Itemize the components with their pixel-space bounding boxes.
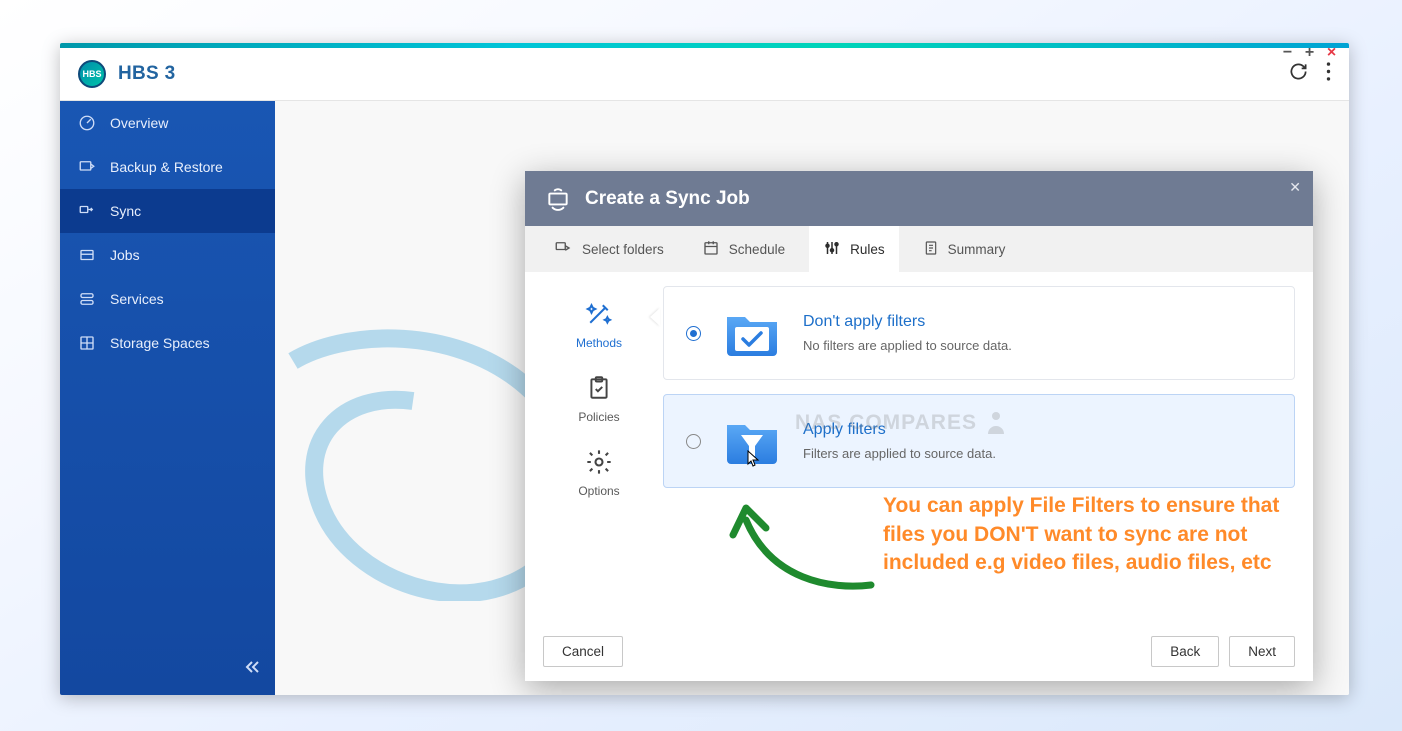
option-apply-filters[interactable]: Apply filters Filters are applied to sou… [663, 394, 1295, 488]
filter-options: Don't apply filters No filters are appli… [659, 286, 1299, 621]
back-button[interactable]: Back [1151, 636, 1219, 667]
sidebar-item-label: Overview [110, 115, 168, 131]
refresh-icon[interactable] [1289, 62, 1308, 87]
sidebar-item-label: Storage Spaces [110, 335, 210, 351]
step-schedule[interactable]: Schedule [688, 226, 799, 272]
minimize-button[interactable]: − [1280, 45, 1295, 60]
modal-title: Create a Sync Job [585, 188, 750, 210]
kebab-menu-icon[interactable] [1326, 62, 1331, 87]
folder-check-icon [723, 307, 781, 359]
sidebar-collapse-button[interactable] [243, 660, 261, 679]
step-label: Select folders [582, 242, 664, 257]
option-dont-apply-filters[interactable]: Don't apply filters No filters are appli… [663, 286, 1295, 380]
option-title: Don't apply filters [803, 313, 1012, 331]
modal-close-icon[interactable]: ✕ [1289, 179, 1301, 196]
step-label: Rules [850, 242, 885, 257]
step-summary[interactable]: Summary [909, 226, 1020, 272]
backup-icon [78, 158, 96, 176]
app-header: HBS HBS 3 [60, 48, 1349, 101]
sidebar-item-sync[interactable]: Sync [60, 189, 275, 233]
sidebar-item-label: Sync [110, 203, 141, 219]
option-desc: No filters are applied to source data. [803, 338, 1012, 353]
close-button[interactable]: × [1324, 45, 1339, 60]
gauge-icon [78, 114, 96, 132]
sliders-icon [823, 239, 841, 260]
subtab-policies[interactable]: Policies [539, 372, 659, 424]
sidebar-item-backup-restore[interactable]: Backup & Restore [60, 145, 275, 189]
subtab-options[interactable]: Options [539, 446, 659, 498]
sidebar: Overview Backup & Restore Sync Jobs Serv… [60, 101, 275, 695]
modal-header: Create a Sync Job ✕ [525, 171, 1313, 226]
step-label: Schedule [729, 242, 785, 257]
cancel-button[interactable]: Cancel [543, 636, 623, 667]
summary-icon [923, 239, 939, 260]
create-sync-job-modal: Create a Sync Job ✕ Select folders Sched… [525, 171, 1313, 681]
next-button[interactable]: Next [1229, 636, 1295, 667]
subtab-label: Methods [576, 336, 622, 350]
app-name: HBS 3 [118, 63, 175, 85]
radio-dont-apply[interactable] [686, 326, 701, 341]
sidebar-item-label: Backup & Restore [110, 159, 223, 175]
step-label: Summary [948, 242, 1006, 257]
wand-icon [583, 298, 615, 330]
option-desc: Filters are applied to source data. [803, 446, 996, 461]
sidebar-item-services[interactable]: Services [60, 277, 275, 321]
maximize-button[interactable]: + [1302, 45, 1317, 60]
sidebar-item-jobs[interactable]: Jobs [60, 233, 275, 277]
sync-job-icon [545, 186, 571, 212]
sidebar-item-label: Services [110, 291, 164, 307]
step-rules[interactable]: Rules [809, 226, 899, 272]
calendar-icon [702, 239, 720, 260]
storage-icon [78, 334, 96, 352]
folder-filter-icon [723, 415, 781, 467]
app-window: − + × HBS HBS 3 Overview Backup & Restor… [60, 43, 1349, 695]
wizard-steps: Select folders Schedule Rules Summary [525, 226, 1313, 272]
gear-icon [583, 446, 615, 478]
radio-apply[interactable] [686, 434, 701, 449]
sidebar-item-overview[interactable]: Overview [60, 101, 275, 145]
app-logo-icon: HBS [78, 60, 106, 88]
clipboard-check-icon [583, 372, 615, 404]
jobs-icon [78, 246, 96, 264]
window-controls: − + × [1280, 45, 1339, 60]
step-select-folders[interactable]: Select folders [539, 226, 678, 272]
sync-icon [78, 202, 96, 220]
sidebar-item-label: Jobs [110, 247, 140, 263]
modal-footer: Cancel Back Next [525, 621, 1313, 681]
folders-icon [553, 239, 573, 260]
subtab-label: Options [578, 484, 619, 498]
option-title: Apply filters [803, 421, 996, 439]
main-content: Share es or cloud services. Collaborate … [275, 101, 1349, 695]
rules-subtabs: Methods Policies Options [539, 286, 659, 621]
subtab-label: Policies [578, 410, 619, 424]
sidebar-item-storage-spaces[interactable]: Storage Spaces [60, 321, 275, 365]
services-icon [78, 290, 96, 308]
subtab-methods[interactable]: Methods [539, 298, 659, 350]
